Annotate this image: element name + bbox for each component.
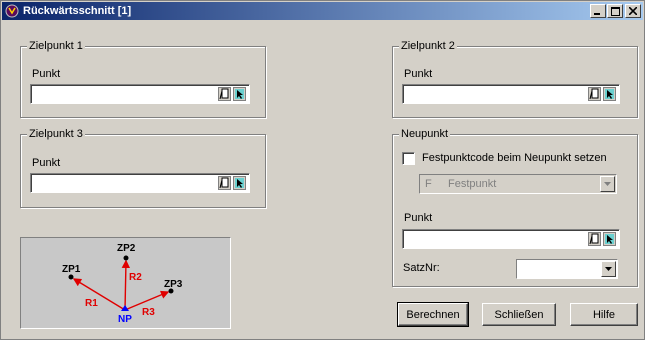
- code-select-code: F: [425, 178, 432, 190]
- pick-cursor-icon[interactable]: [233, 176, 246, 190]
- berechnen-button[interactable]: Berechnen: [397, 302, 469, 327]
- clipboard-icon[interactable]: [588, 232, 601, 246]
- ray-r1: [72, 278, 126, 311]
- pick-cursor-icon[interactable]: [603, 87, 616, 101]
- punkt-input-zp1[interactable]: [30, 84, 250, 104]
- label-r1: R1: [85, 298, 98, 309]
- clipboard-icon[interactable]: [588, 87, 601, 101]
- clipboard-icon[interactable]: [218, 176, 231, 190]
- punkt-input-np[interactable]: [402, 229, 620, 249]
- label-zp2: ZP2: [117, 243, 136, 254]
- chevron-down-icon[interactable]: [601, 261, 616, 277]
- close-icon: [629, 7, 637, 15]
- label-zp3: ZP3: [164, 279, 183, 290]
- maximize-button[interactable]: [607, 4, 623, 18]
- group-zielpunkt-3: Zielpunkt 3: [20, 128, 266, 208]
- label-r2: R2: [129, 272, 142, 283]
- minimize-icon: [594, 13, 600, 15]
- window-controls: [589, 4, 641, 18]
- pick-cursor-icon[interactable]: [603, 232, 616, 246]
- punkt-input-zp3[interactable]: [30, 173, 250, 193]
- clipboard-icon[interactable]: [218, 87, 231, 101]
- group-legend: Zielpunkt 1: [27, 40, 85, 52]
- resection-diagram: ZP1 ZP2 ZP3 NP R1 R2 R3: [20, 237, 231, 329]
- punkt-input-zp2[interactable]: [402, 84, 620, 104]
- point-zp1: [68, 274, 74, 280]
- label-np: NP: [118, 314, 132, 325]
- minimize-button[interactable]: [590, 4, 606, 18]
- hilfe-button[interactable]: Hilfe: [570, 303, 638, 326]
- festpunktcode-label: Festpunktcode beim Neupunkt setzen: [422, 152, 607, 164]
- group-zielpunkt-1: Zielpunkt 1: [20, 40, 266, 118]
- festpunktcode-checkbox[interactable]: [402, 152, 415, 165]
- maximize-icon: [610, 6, 620, 16]
- satznr-label: SatzNr:: [403, 262, 440, 274]
- punkt-label-zp3: Punkt: [32, 157, 61, 169]
- group-zielpunkt-2: Zielpunkt 2: [392, 40, 638, 118]
- satznr-select[interactable]: [516, 259, 618, 279]
- punkt-label-np: Punkt: [404, 212, 433, 224]
- pick-cursor-icon[interactable]: [233, 87, 246, 101]
- punkt-label-zp2: Punkt: [404, 68, 433, 80]
- resection-sketch: ZP1 ZP2 ZP3 NP R1 R2 R3: [62, 243, 183, 325]
- label-r3: R3: [142, 307, 155, 318]
- dialog-window: Rückwärtsschnitt [1] Zielpunkt 1 Punkt Z…: [0, 0, 645, 340]
- schliessen-button[interactable]: Schließen: [482, 303, 556, 326]
- point-zp2: [123, 255, 129, 261]
- code-select-text: Festpunkt: [448, 178, 497, 190]
- ray-r2: [121, 259, 131, 311]
- app-icon: [5, 4, 19, 18]
- punkt-label-zp1: Punkt: [32, 68, 61, 80]
- chevron-down-icon[interactable]: [600, 176, 615, 192]
- title-bar[interactable]: Rückwärtsschnitt [1]: [2, 2, 643, 20]
- group-legend: Zielpunkt 3: [27, 128, 85, 140]
- close-button[interactable]: [625, 4, 641, 18]
- group-legend: Zielpunkt 2: [399, 40, 457, 52]
- window-title: Rückwärtsschnitt [1]: [23, 5, 132, 17]
- label-zp1: ZP1: [62, 264, 81, 275]
- code-select[interactable]: F Festpunkt: [419, 174, 617, 194]
- group-legend: Neupunkt: [399, 128, 451, 140]
